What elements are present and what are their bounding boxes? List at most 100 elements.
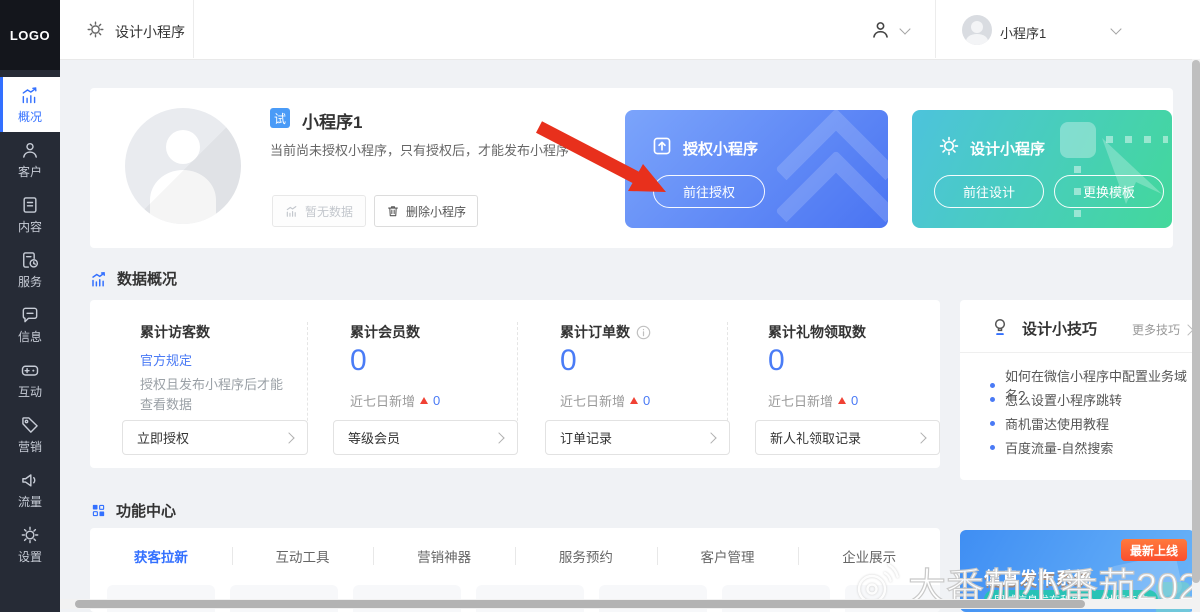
app-title: 设计小程序 — [115, 22, 185, 42]
sidebar-item-services[interactable]: 服务 — [0, 242, 60, 297]
header-divider — [935, 0, 936, 58]
logo: LOGO — [0, 0, 60, 70]
mini-chart-icon — [285, 204, 299, 218]
go-design-button[interactable]: 前往设计 — [934, 175, 1044, 208]
orders-label: 累计订单数 — [560, 322, 651, 342]
sidebar-item-content[interactable]: 内容 — [0, 187, 60, 242]
authorize-now-label: 立即授权 — [137, 428, 189, 447]
avatar-placeholder — [125, 108, 241, 224]
delta-label: 近七日新增 — [768, 391, 833, 410]
visitors-hint-line2: 查看数据 — [140, 394, 192, 413]
header-divider — [193, 0, 194, 58]
top-header: 设计小程序 小程序1 — [0, 0, 1200, 60]
design-app-gear-icon — [86, 20, 105, 39]
sidebar-item-customers[interactable]: 客户 — [0, 132, 60, 187]
bullet-dot — [990, 445, 995, 450]
gifts-value: 0 — [768, 344, 785, 378]
more-tips-label: 更多技巧 — [1132, 321, 1180, 338]
stats-section-title: 数据概况 — [117, 268, 177, 289]
sidebar-item-traffic[interactable]: 流量 — [0, 462, 60, 517]
vertical-scrollbar[interactable] — [1192, 59, 1200, 612]
bullet-dot — [990, 421, 995, 426]
delta-value: 0 — [851, 393, 858, 408]
tab-acquire-customers[interactable]: 获客拉新 — [90, 528, 232, 584]
sidebar-item-interaction[interactable]: 互动 — [0, 352, 60, 407]
sidebar-items: 概况 客户 内容 — [0, 77, 60, 572]
authorize-now-button[interactable]: 立即授权 — [122, 420, 308, 455]
horizontal-scrollbar[interactable] — [60, 599, 1192, 609]
account-name[interactable]: 小程序1 — [1000, 23, 1046, 42]
sidebar-item-label: 客户 — [18, 163, 42, 180]
stats-card: 累计访客数 官方规定 授权且发布小程序后才能 查看数据 立即授权 累计会员数 0… — [90, 300, 940, 468]
tip-text: 怎么设置小程序跳转 — [1005, 390, 1122, 409]
megaphone-icon — [20, 470, 40, 490]
members-value: 0 — [350, 344, 367, 378]
order-records-button[interactable]: 订单记录 — [545, 420, 730, 455]
document-clock-icon — [20, 250, 40, 270]
change-template-button[interactable]: 更换模板 — [1054, 175, 1164, 208]
delete-mini-program-button[interactable]: 删除小程序 — [374, 195, 478, 227]
delta-label: 近七日新增 — [350, 391, 415, 410]
mini-program-name: 小程序1 — [302, 108, 362, 133]
tip-link[interactable]: 商机雷达使用教程 — [990, 414, 1109, 433]
orders-value: 0 — [560, 344, 577, 378]
tag-icon — [20, 415, 40, 435]
user-icon[interactable] — [870, 19, 891, 40]
annotation-arrow — [533, 120, 678, 202]
functions-section-title: 功能中心 — [116, 500, 176, 521]
sidebar-item-label: 流量 — [18, 493, 42, 510]
no-data-button[interactable]: 暂无数据 — [272, 195, 366, 227]
tab-interaction-tools[interactable]: 互动工具 — [232, 528, 374, 584]
members-label: 累计会员数 — [350, 322, 420, 342]
design-gear-icon — [938, 135, 960, 157]
sidebar-item-label: 内容 — [18, 218, 42, 235]
trash-icon — [386, 204, 400, 218]
sidebar-item-overview[interactable]: 概况 — [0, 77, 60, 132]
info-icon — [636, 325, 651, 340]
tip-link[interactable]: 怎么设置小程序跳转 — [990, 390, 1122, 409]
avatar-shade — [125, 108, 241, 224]
triangle-up-icon — [420, 397, 428, 404]
avatar-head-shape — [971, 21, 983, 33]
vertical-scrollbar-thumb[interactable] — [1192, 60, 1200, 583]
banner-title: 信息发布系统 — [984, 564, 1092, 589]
gift-records-button[interactable]: 新人礼领取记录 — [755, 420, 940, 455]
sidebar-item-marketing[interactable]: 营销 — [0, 407, 60, 462]
account-avatar[interactable] — [962, 15, 992, 45]
chevron-right-icon — [283, 432, 294, 443]
bullet-dot — [990, 397, 995, 402]
tab-customer-management[interactable]: 客户管理 — [657, 528, 799, 584]
chat-bubble-icon — [20, 305, 40, 325]
chevron-right-icon — [915, 432, 926, 443]
user-menu-chevron-down-icon[interactable] — [899, 23, 910, 34]
sidebar-item-messages[interactable]: 信息 — [0, 297, 60, 352]
tab-service-booking[interactable]: 服务预约 — [515, 528, 657, 584]
gear-icon — [20, 525, 40, 545]
visitors-label: 累计访客数 — [140, 322, 210, 342]
more-tips-link[interactable]: 更多技巧 — [1132, 321, 1192, 338]
no-data-button-label: 暂无数据 — [305, 203, 353, 220]
delta-value: 0 — [643, 393, 650, 408]
official-rules-link[interactable]: 官方规定 — [140, 350, 192, 369]
gift-records-label: 新人礼领取记录 — [770, 428, 861, 447]
horizontal-scrollbar-thumb[interactable] — [75, 600, 1085, 608]
dashboard-page: 设计小程序 小程序1 概况 — [0, 0, 1200, 612]
gamepad-icon — [20, 360, 40, 380]
tab-company-showcase[interactable]: 企业展示 — [798, 528, 940, 584]
member-levels-button[interactable]: 等级会员 — [333, 420, 518, 455]
square-decoration — [1060, 122, 1096, 158]
members-delta: 近七日新增 0 — [350, 391, 440, 410]
new-release-badge: 最新上线 — [1121, 539, 1187, 561]
sidebar-item-settings[interactable]: 设置 — [0, 517, 60, 572]
avatar-body-shape — [966, 34, 988, 45]
trial-badge: 试 — [270, 108, 290, 128]
authorize-card-title: 授权小程序 — [683, 138, 758, 159]
sidebar-item-label: 概况 — [18, 108, 42, 125]
account-chevron-down-icon[interactable] — [1110, 23, 1121, 34]
chevron-right-icon — [493, 432, 504, 443]
gifts-label: 累计礼物领取数 — [768, 322, 866, 342]
tab-marketing-tools[interactable]: 营销神器 — [373, 528, 515, 584]
lightbulb-icon — [990, 316, 1010, 338]
tip-link[interactable]: 百度流量-自然搜索 — [990, 438, 1113, 457]
auth-hint-text: 当前尚未授权小程序，只有授权后，才能发布小程序 — [270, 140, 569, 159]
